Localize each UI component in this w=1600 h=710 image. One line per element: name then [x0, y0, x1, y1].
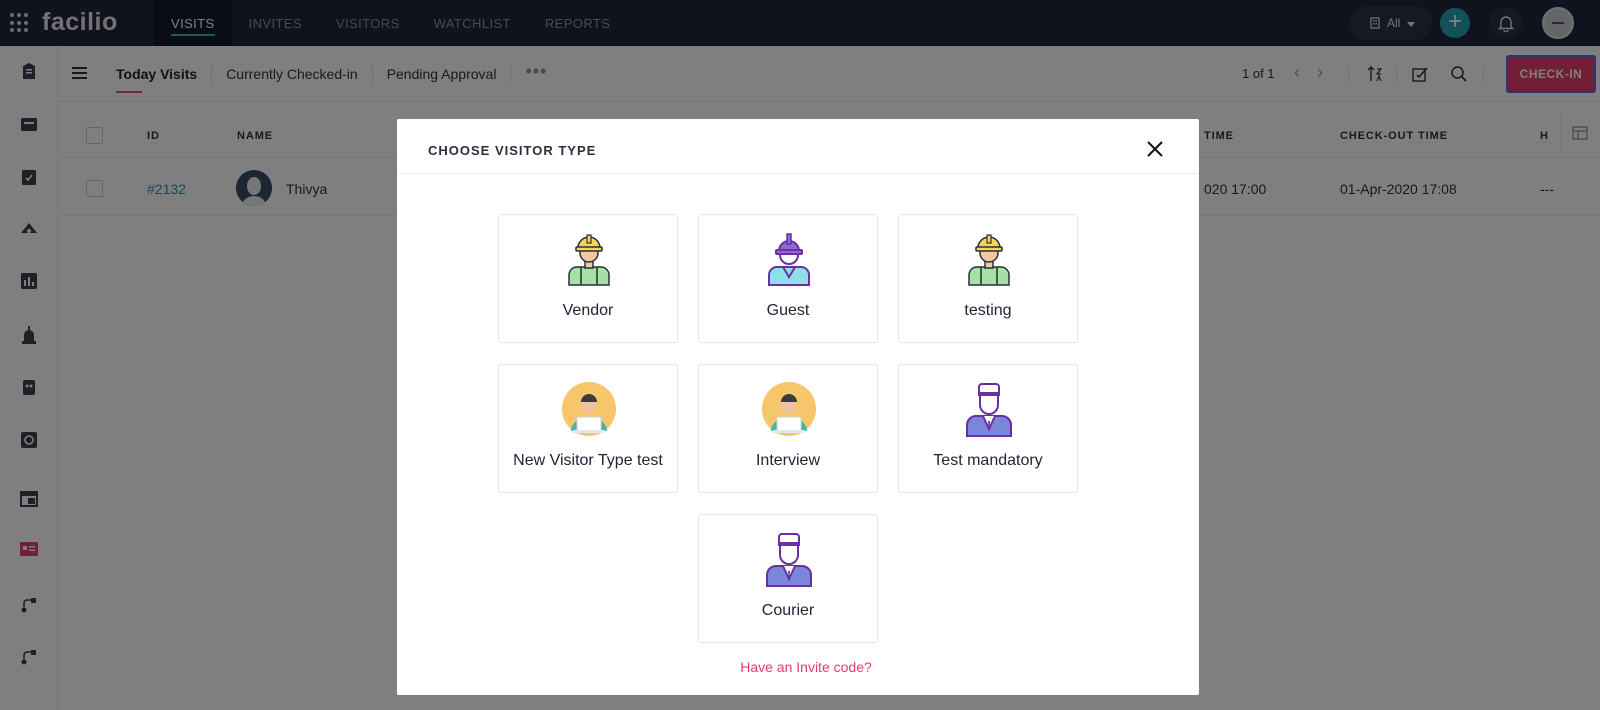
visitor-type-card-vendor[interactable]: Vendor — [498, 214, 678, 343]
close-icon[interactable] — [1145, 139, 1165, 159]
dialog-title: CHOOSE VISITOR TYPE — [428, 143, 597, 158]
visitor-type-label: Courier — [761, 602, 815, 619]
visitor-type-label: testing — [964, 302, 1012, 319]
visitor-type-card-test-mandatory[interactable]: Test mandatory — [898, 364, 1078, 493]
worker-icon — [568, 234, 610, 286]
visitor-type-label: New Visitor Type test — [513, 452, 663, 469]
choose-visitor-type-dialog: CHOOSE VISITOR TYPE Vendor Guest testing… — [397, 119, 1199, 695]
laptop-user-icon — [762, 382, 816, 436]
visitor-type-card-interview[interactable]: Interview — [698, 364, 878, 493]
uniform-person-icon — [966, 383, 1012, 437]
visitor-type-label: Vendor — [562, 302, 614, 319]
visitor-type-card-courier[interactable]: Courier — [698, 514, 878, 643]
invite-code-link[interactable]: Have an Invite code? — [397, 659, 1199, 675]
visitor-type-card-guest[interactable]: Guest — [698, 214, 878, 343]
worker-icon — [968, 234, 1010, 286]
visitor-type-card-testing[interactable]: testing — [898, 214, 1078, 343]
dialog-header: CHOOSE VISITOR TYPE — [397, 119, 1199, 174]
laptop-user-icon — [562, 382, 616, 436]
guest-icon — [768, 233, 810, 286]
visitor-type-card-new-visitor-type-test[interactable]: New Visitor Type test — [498, 364, 678, 493]
visitor-type-label: Test mandatory — [933, 452, 1043, 469]
uniform-person-icon — [766, 533, 812, 587]
visitor-type-label: Interview — [755, 452, 821, 469]
visitor-type-label: Guest — [766, 302, 810, 319]
